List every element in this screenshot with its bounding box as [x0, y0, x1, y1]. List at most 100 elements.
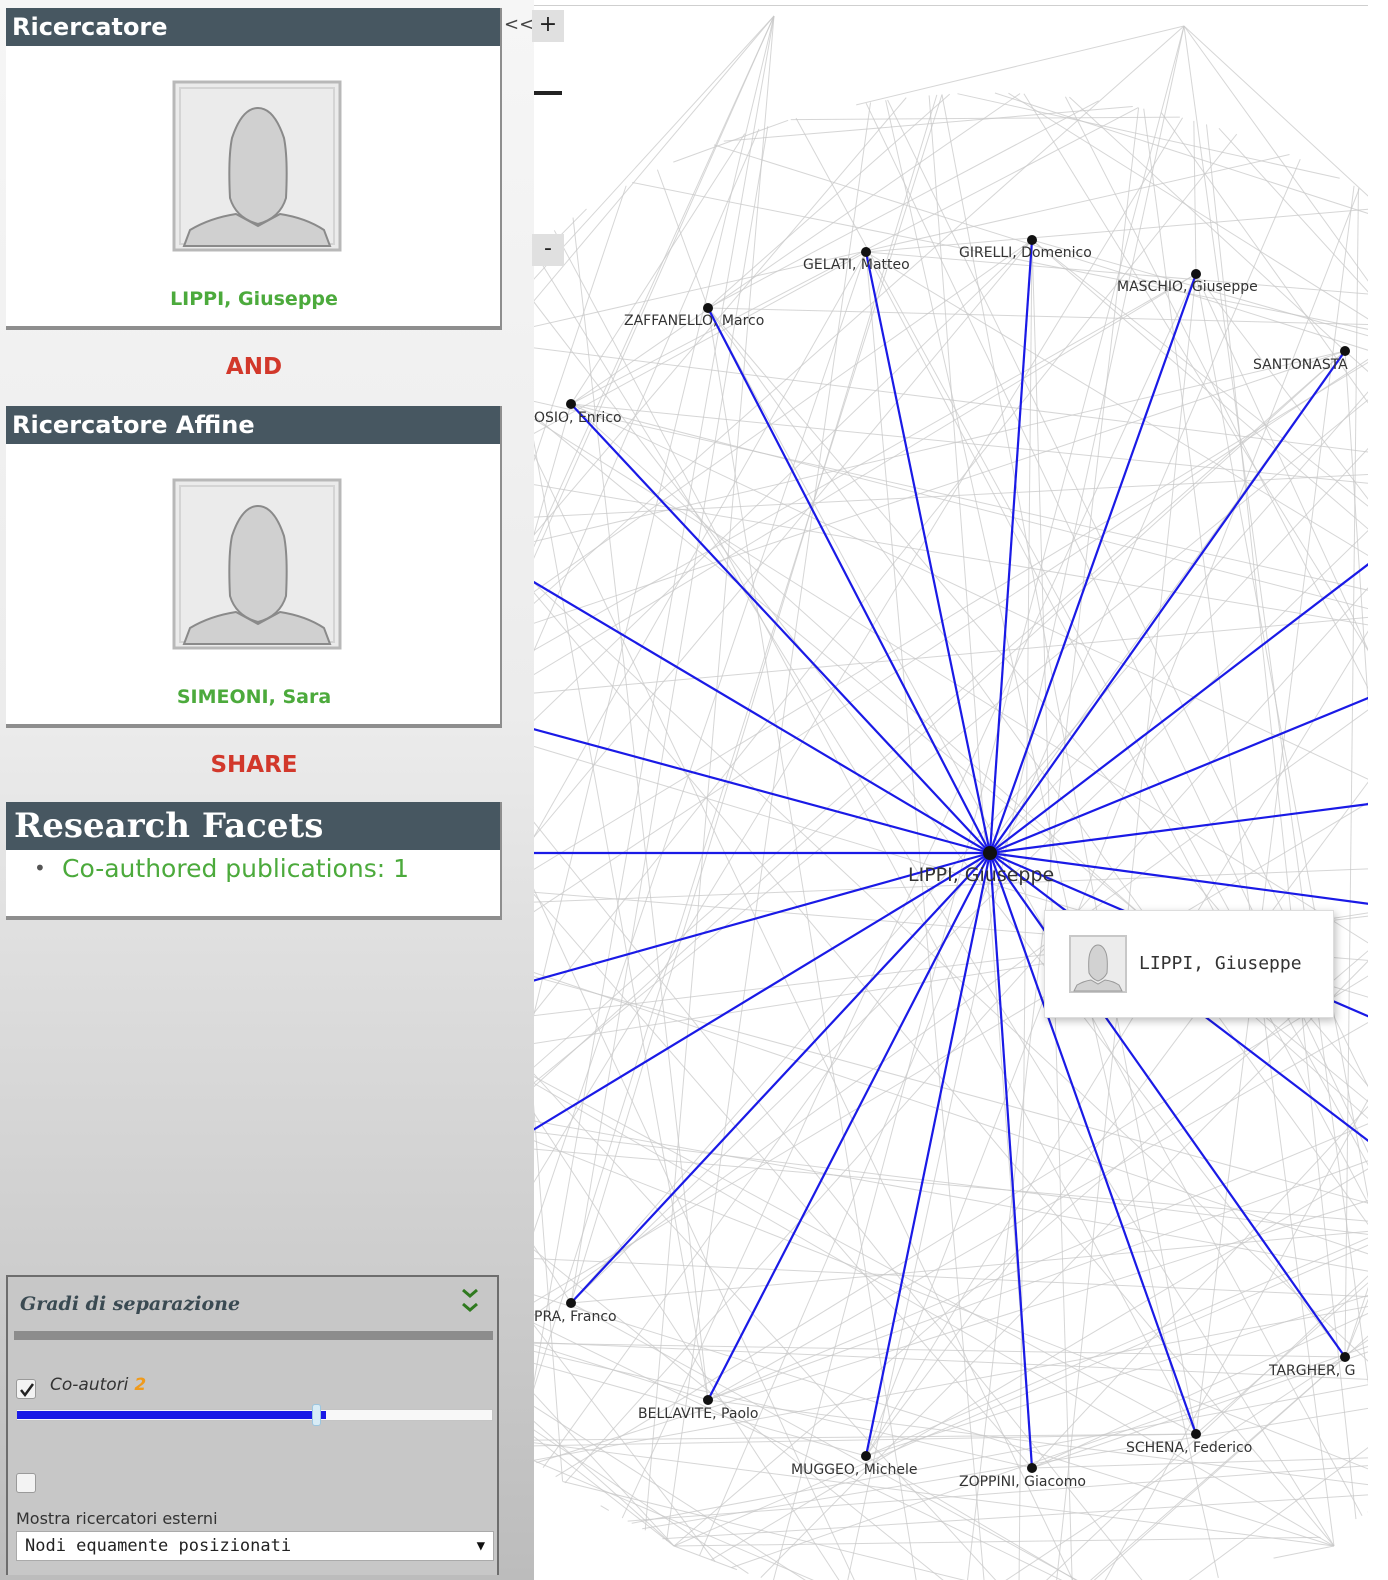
graph-node[interactable]	[566, 1298, 576, 1308]
node-label-targher[interactable]: TARGHER, G	[1269, 1363, 1355, 1379]
coauthor-edge	[988, 852, 1034, 1469]
collapse-panel-button[interactable]: <<	[504, 14, 534, 35]
background-edge	[553, 230, 1197, 1435]
affine-card-title: Ricercatore Affine	[6, 406, 500, 444]
graph-node[interactable]	[861, 1451, 871, 1461]
slider-fill	[17, 1411, 326, 1419]
affine-researcher-card: Ricercatore Affine SIMEONI, Sara	[6, 406, 502, 728]
researcher-avatar	[170, 78, 344, 254]
person-silhouette-icon	[172, 478, 342, 650]
graph-node[interactable]	[703, 303, 713, 313]
background-edge	[534, 1322, 1063, 1580]
network-graph[interactable]	[534, 6, 1368, 1580]
background-edge	[723, 106, 1133, 142]
node-label-gelati[interactable]: GELATI, Matteo	[803, 257, 910, 273]
graph-node[interactable]	[1191, 1429, 1201, 1439]
affine-researcher-name[interactable]: SIMEONI, Sara	[6, 686, 502, 708]
background-edge	[534, 250, 1335, 1547]
node-label-zoppini[interactable]: ZOPPINI, Giacomo	[959, 1474, 1086, 1490]
background-edge	[1273, 1545, 1335, 1559]
background-edge	[534, 415, 1368, 1103]
background-edge	[865, 1237, 1368, 1457]
coauthor-edge	[988, 239, 1034, 854]
zoom-level-bar[interactable]	[534, 91, 562, 95]
slider-handle[interactable]	[312, 1404, 321, 1426]
coauthor-edge	[864, 852, 992, 1457]
node-label-pra[interactable]: PRA, Franco	[534, 1309, 617, 1325]
person-thumbnail-icon	[1069, 935, 1127, 993]
background-edge	[534, 350, 1346, 543]
background-edge	[673, 1536, 1321, 1547]
node-label-zaffanello[interactable]: ZAFFANELLO, Marco	[624, 313, 764, 329]
node-label-girelli[interactable]: GIRELLI, Domenico	[959, 245, 1092, 261]
facets-list: Co-authored publications: 1	[6, 850, 500, 883]
background-edge	[534, 1104, 564, 1482]
settings-title: Gradi di separazione	[20, 1293, 241, 1315]
graph-node[interactable]	[566, 399, 576, 409]
background-edge	[534, 251, 867, 838]
affine-avatar	[170, 476, 344, 652]
graph-node[interactable]	[1027, 1463, 1037, 1473]
external-researchers-checkbox[interactable]	[16, 1473, 36, 1493]
background-edge	[957, 93, 1340, 179]
layout-select[interactable]: Nodi equamente posizionati ▼	[16, 1531, 494, 1561]
center-node[interactable]	[983, 846, 997, 860]
background-edge	[600, 1505, 610, 1511]
external-researchers-label: Mostra ricercatori esterni	[16, 1509, 218, 1528]
background-edge	[1344, 1286, 1368, 1358]
coauthors-label-text: Co-autori	[50, 1375, 129, 1395]
background-edge	[1193, 120, 1197, 275]
node-label-schena[interactable]: SCHENA, Federico	[1126, 1440, 1252, 1456]
background-edge	[662, 1494, 1368, 1540]
background-edge	[555, 975, 1368, 1478]
researcher-name[interactable]: LIPPI, Giuseppe	[6, 288, 502, 310]
graph-canvas[interactable]	[534, 6, 1368, 1580]
node-label-osio[interactable]: OSIO, Enrico	[534, 410, 622, 426]
background-edge	[656, 169, 709, 309]
connector-share: SHARE	[210, 752, 298, 778]
coauthors-checkbox[interactable]	[16, 1379, 36, 1399]
graph-node[interactable]	[861, 247, 871, 257]
background-edge	[1031, 1457, 1368, 1469]
zoom-in-button[interactable]: +	[532, 10, 564, 42]
coauthor-edge	[534, 728, 991, 855]
background-edge	[570, 403, 1368, 1120]
background-edge	[562, 1481, 966, 1580]
background-edge	[534, 1294, 1335, 1547]
coauthors-degree-value: 2	[134, 1375, 147, 1395]
graph-node[interactable]	[1191, 269, 1201, 279]
node-label-bellavite[interactable]: BELLAVITE, Paolo	[638, 1406, 758, 1422]
research-facets-card: Research Facets Co-authored publications…	[6, 802, 502, 920]
coauthors-degree-slider[interactable]	[16, 1404, 493, 1426]
background-edge	[865, 208, 1368, 253]
background-edge	[707, 307, 1368, 326]
collapse-settings-button[interactable]	[459, 1287, 481, 1317]
dropdown-arrow-icon: ▼	[476, 1538, 485, 1554]
background-edge	[534, 1306, 1368, 1461]
facet-item-coauthored[interactable]: Co-authored publications: 1	[34, 854, 500, 883]
settings-divider	[14, 1331, 493, 1340]
node-label-muggeo[interactable]: MUGGEO, Michele	[791, 1462, 917, 1478]
graph-node[interactable]	[1340, 1352, 1350, 1362]
background-edge	[534, 400, 1368, 591]
background-edge	[713, 144, 1368, 351]
graph-node[interactable]	[1340, 346, 1350, 356]
background-edge	[1160, 112, 1368, 404]
background-edge	[534, 399, 1368, 1084]
coauthor-edge	[570, 403, 991, 854]
graph-node[interactable]	[1027, 235, 1037, 245]
zoom-out-button[interactable]: -	[532, 234, 564, 266]
background-edge	[534, 1120, 1368, 1272]
node-label-maschio[interactable]: MASCHIO, Giuseppe	[1117, 279, 1258, 295]
background-edge	[570, 93, 1021, 405]
background-edge	[534, 15, 775, 548]
background-edge	[1195, 273, 1368, 651]
double-chevron-down-icon	[462, 1288, 478, 1312]
background-edge	[1218, 127, 1368, 293]
node-label-santonasta[interactable]: SANTONASTA	[1253, 357, 1348, 373]
center-node-label[interactable]: LIPPI, Giuseppe	[908, 864, 1054, 886]
background-edge	[534, 15, 775, 1385]
graph-node[interactable]	[703, 1395, 713, 1405]
background-edge	[570, 391, 1368, 1304]
background-edge	[534, 350, 1346, 624]
